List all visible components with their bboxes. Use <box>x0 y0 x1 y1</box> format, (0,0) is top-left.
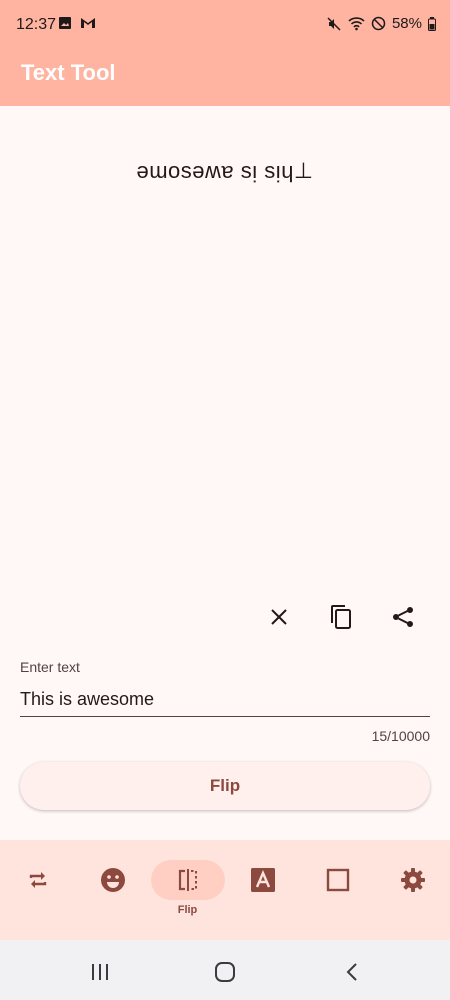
nav-label-flip: Flip <box>177 904 198 916</box>
emoji-icon <box>100 868 125 892</box>
do-not-disturb-icon <box>371 16 386 31</box>
nav-item-flip[interactable]: Flip <box>150 860 225 916</box>
battery-icon <box>428 16 436 31</box>
copy-icon <box>331 605 351 629</box>
status-bar: 12:37 58% <box>0 0 450 52</box>
app-bar: Text Tool <box>0 52 450 106</box>
share-button[interactable] <box>390 604 416 630</box>
repeat-icon <box>29 872 46 888</box>
nav-item-frame[interactable] <box>300 860 375 900</box>
close-icon <box>271 609 287 625</box>
share-icon <box>393 607 413 627</box>
system-navigation-bar <box>0 940 450 1000</box>
gear-icon <box>400 868 425 892</box>
flipped-text-output: ǝɯosǝʍɐ sᴉ sᴉɥ⊥ <box>136 158 314 183</box>
back-icon <box>346 963 357 981</box>
copy-button[interactable] <box>328 604 354 630</box>
text-input[interactable] <box>20 682 430 717</box>
main-content: ǝɯosǝʍɐ sᴉ sᴉɥ⊥ Enter text 15/10000 Flip <box>0 106 450 840</box>
square-icon <box>326 868 349 892</box>
home-button[interactable] <box>213 960 237 984</box>
status-time: 12:37 <box>16 16 57 33</box>
home-icon <box>215 962 235 982</box>
system-status-icons: 58% <box>326 15 436 32</box>
mute-icon <box>327 16 341 31</box>
bottom-navigation: Flip <box>0 840 450 940</box>
flip-button[interactable]: Flip <box>20 762 430 810</box>
nav-item-settings[interactable] <box>375 860 450 900</box>
app-title: Text Tool <box>21 60 116 85</box>
gallery-icon <box>59 17 71 29</box>
nav-item-repeat[interactable] <box>0 860 75 900</box>
wifi-icon <box>348 17 365 31</box>
battery-percent: 58% <box>391 15 422 32</box>
output-actions <box>266 604 416 630</box>
notification-icons <box>58 16 96 30</box>
gmail-icon <box>81 18 95 28</box>
recent-apps-button[interactable] <box>88 960 112 984</box>
character-counter: 15/10000 <box>371 728 430 744</box>
font-icon <box>250 868 275 892</box>
flip-icon <box>178 869 197 891</box>
nav-item-font[interactable] <box>225 860 300 900</box>
nav-item-emoji[interactable] <box>75 860 150 900</box>
clear-button[interactable] <box>266 604 292 630</box>
back-button[interactable] <box>340 960 364 984</box>
input-label: Enter text <box>20 659 80 675</box>
recent-apps-icon <box>92 964 108 980</box>
